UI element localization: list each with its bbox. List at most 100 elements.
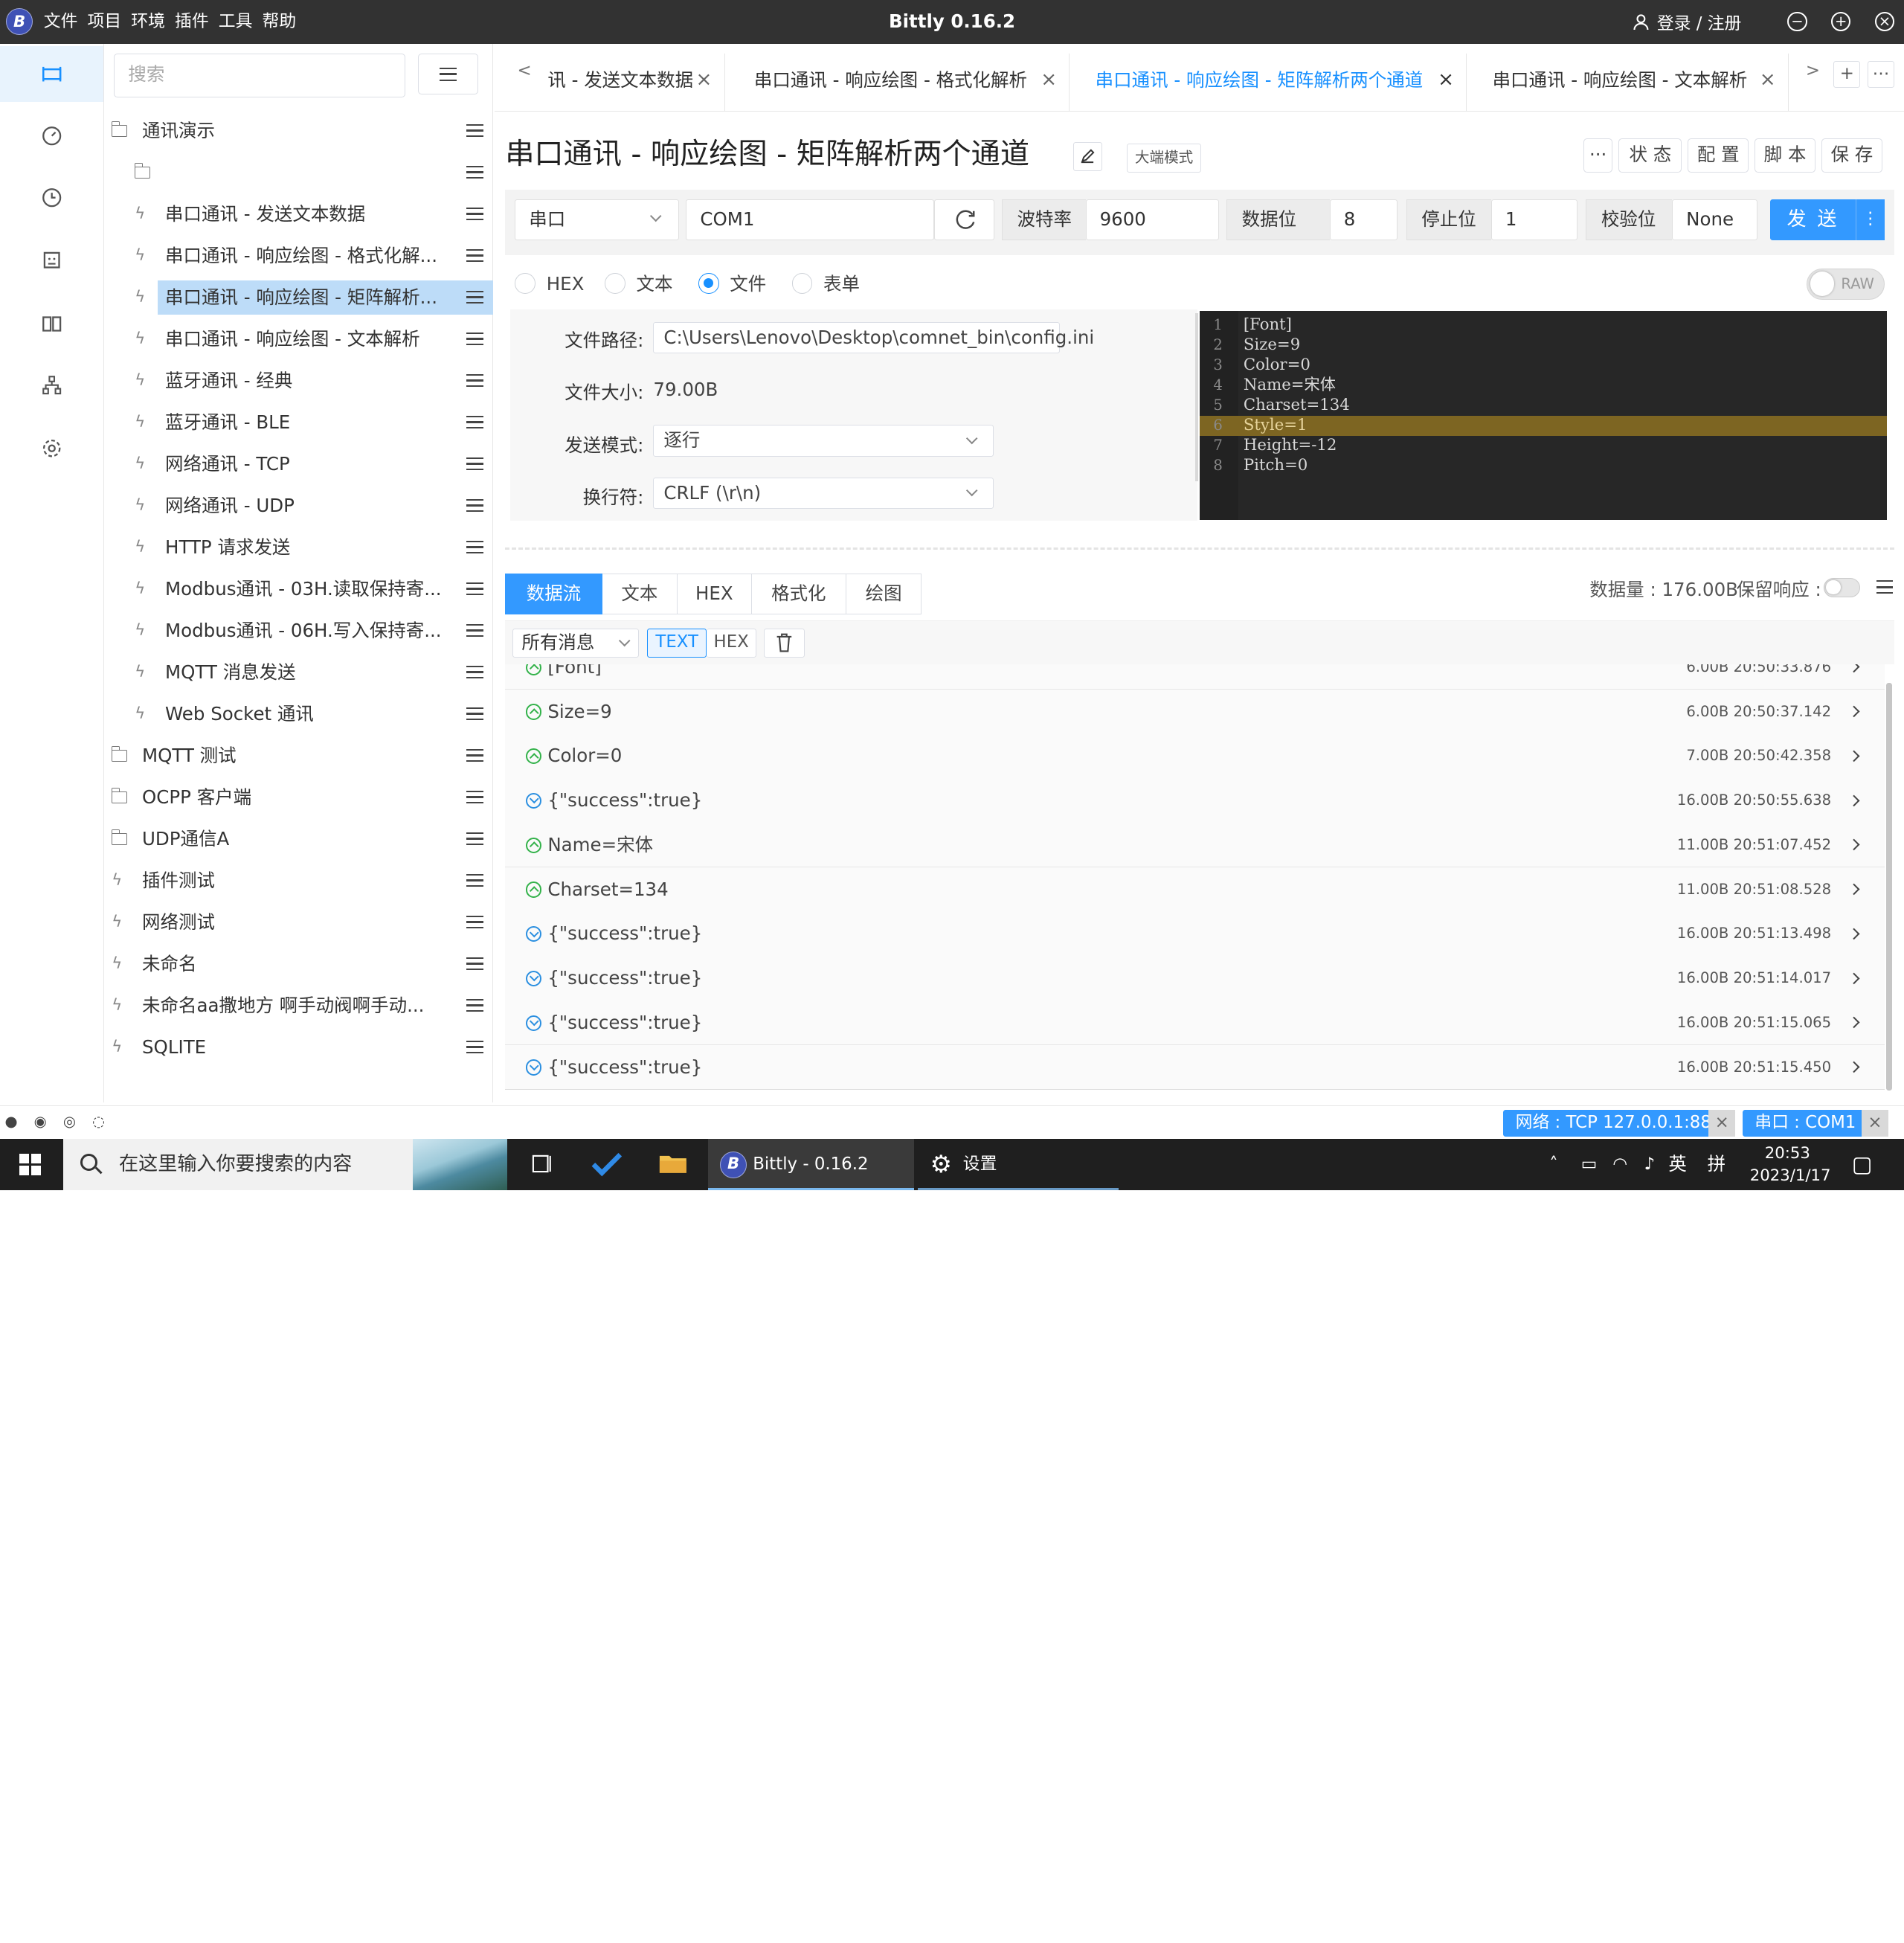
tab-more-button[interactable]: ⋯	[1868, 61, 1894, 88]
tree-search-input[interactable]: 搜索	[114, 54, 405, 97]
result-tab-hex[interactable]: HEX	[678, 574, 752, 615]
tree-item[interactable]: ϟWeb Socket 通讯	[104, 697, 492, 731]
tree-item[interactable]: ϟ未命名	[104, 947, 492, 981]
tree-item[interactable]: ϟ串口通讯 - 响应绘图 - 格式化解...	[104, 239, 492, 273]
tab-format-parse[interactable]: 串口通讯 - 响应绘图 - 格式化解析 ×	[726, 54, 1070, 112]
data-bits-input[interactable]: 8	[1330, 199, 1398, 241]
results-menu-icon[interactable]	[1876, 580, 1894, 594]
tree-item[interactable]: ϟ蓝牙通讯 - 经典	[104, 364, 492, 398]
tree-item-menu-icon[interactable]	[466, 999, 483, 1012]
tree-item[interactable]: ϟModbus通讯 - 06H.写入保持寄...	[104, 614, 492, 648]
tree-item[interactable]: OCPP 客户端	[104, 780, 492, 815]
menu-project[interactable]: 项目	[88, 0, 122, 44]
menu-env[interactable]: 环境	[131, 0, 165, 44]
tab-close-icon[interactable]: ×	[1760, 54, 1776, 107]
tree-item[interactable]: ϟ串口通讯 - 响应绘图 - 文本解析	[104, 322, 492, 356]
tab-close-icon[interactable]: ×	[1438, 54, 1454, 107]
text-view-button[interactable]: TEXT	[647, 629, 707, 658]
tree-item-menu-icon[interactable]	[466, 791, 483, 804]
message-row[interactable]: {"success":true}16.00B 20:51:15.450	[505, 1045, 1885, 1090]
message-row[interactable]: Color=07.00B 20:50:42.358	[505, 733, 1885, 778]
notification-icon[interactable]: ▢	[1852, 1139, 1873, 1190]
result-tab-chart[interactable]: 绘图	[846, 574, 922, 615]
tree-item-menu-icon[interactable]	[466, 166, 483, 179]
tree-item-menu-icon[interactable]	[466, 208, 483, 221]
refresh-ports-button[interactable]	[934, 199, 995, 241]
tree-item[interactable]: 通讯演示	[104, 114, 492, 148]
line-ending-select[interactable]: CRLF (\r\n)	[653, 478, 993, 509]
result-tab-format[interactable]: 格式化	[752, 574, 846, 615]
parity-input[interactable]: None	[1672, 199, 1757, 241]
tree-item-menu-icon[interactable]	[466, 666, 483, 679]
tree-item[interactable]: UDP通信A	[104, 822, 492, 856]
tree-menu-button[interactable]	[418, 54, 479, 95]
task-view-button[interactable]	[530, 1139, 554, 1190]
chevron-right-icon[interactable]	[1847, 972, 1859, 984]
tree-item-menu-icon[interactable]	[466, 291, 483, 304]
edit-title-button[interactable]	[1073, 142, 1102, 171]
message-row[interactable]: [Font]6.00B 20:50:33.876	[505, 664, 1885, 690]
more-actions-button[interactable]: ···	[1583, 138, 1612, 173]
chevron-right-icon[interactable]	[1847, 928, 1859, 940]
github-icon[interactable]: ◎	[63, 1114, 80, 1131]
maximize-button[interactable]: +	[1831, 12, 1850, 31]
serial-status-pill[interactable]: 串口 : COM1 ×	[1743, 1110, 1888, 1137]
tree-item-menu-icon[interactable]	[466, 541, 483, 554]
message-filter-select[interactable]: 所有消息	[512, 629, 639, 658]
rail-robot[interactable]	[0, 232, 103, 288]
message-row[interactable]: {"success":true}16.00B 20:51:14.017	[505, 956, 1885, 1001]
connection-type-select[interactable]: 串口	[515, 199, 678, 241]
tree-item[interactable]: MQTT 测试	[104, 739, 492, 773]
tabs-scroll-left[interactable]: <	[518, 61, 532, 80]
chevron-right-icon[interactable]	[1847, 664, 1859, 673]
endian-mode-tag[interactable]: 大端模式	[1127, 144, 1201, 173]
chevron-right-icon[interactable]	[1847, 1017, 1859, 1029]
tab-matrix-parse[interactable]: 串口通讯 - 响应绘图 - 矩阵解析两个通道 ×	[1071, 54, 1467, 112]
tabs-scroll-right[interactable]: >	[1806, 61, 1820, 80]
message-row[interactable]: Charset=13411.00B 20:51:08.528	[505, 867, 1885, 912]
menu-plugin[interactable]: 插件	[175, 0, 209, 44]
stop-bits-input[interactable]: 1	[1491, 199, 1577, 241]
tree-item[interactable]: ϟ插件测试	[104, 864, 492, 898]
ime-mode[interactable]: 拼	[1708, 1139, 1726, 1190]
tree-item[interactable]: ϟ未命名aa撒地方 啊手动阀啊手动...	[104, 989, 492, 1023]
close-network-icon[interactable]: ×	[1708, 1110, 1735, 1137]
script-button[interactable]: 脚 本	[1755, 138, 1815, 173]
qq-icon[interactable]: ●	[5, 1114, 22, 1131]
tab-close-icon[interactable]: ×	[1041, 54, 1057, 107]
baud-rate-input[interactable]: 9600	[1086, 199, 1220, 241]
tab-send-text[interactable]: 讯 - 发送文本数据 ×	[543, 54, 725, 112]
tree-item[interactable]: ϟ网络测试	[104, 905, 492, 940]
add-tab-button[interactable]: +	[1833, 61, 1860, 88]
chevron-right-icon[interactable]	[1847, 884, 1859, 896]
status-button[interactable]: 状 态	[1618, 138, 1682, 173]
tree-item-menu-icon[interactable]	[466, 499, 483, 513]
raw-toggle[interactable]: RAW	[1807, 269, 1884, 300]
minimize-button[interactable]: −	[1787, 12, 1807, 31]
windows-start-button[interactable]	[19, 1154, 41, 1175]
message-row[interactable]: {"success":true}16.00B 20:51:15.065	[505, 1001, 1885, 1045]
rail-docs[interactable]	[0, 295, 103, 351]
tree-item-menu-icon[interactable]	[466, 749, 483, 762]
file-panel-scrollbar[interactable]	[1195, 313, 1199, 481]
taskbar-app-settings[interactable]: ⚙ 设置	[918, 1139, 1118, 1190]
tree-item-menu-icon[interactable]	[466, 374, 483, 388]
tree-item[interactable]	[104, 155, 492, 190]
file-content-editor[interactable]: 1[Font]2Size=93Color=04Name=宋体5Charset=1…	[1200, 311, 1887, 520]
tree-item-menu-icon[interactable]	[466, 624, 483, 638]
tree-item[interactable]: ϟMQTT 消息发送	[104, 655, 492, 690]
tree-item-menu-icon[interactable]	[466, 333, 483, 346]
chevron-right-icon[interactable]	[1847, 1062, 1859, 1073]
file-path-input[interactable]: C:\Users\Lenovo\Desktop\comnet_bin\confi…	[653, 322, 1060, 353]
chevron-right-icon[interactable]	[1847, 839, 1859, 851]
tree-item-menu-icon[interactable]	[466, 832, 483, 846]
message-row[interactable]: Name=宋体11.00B 20:51:07.452	[505, 823, 1885, 867]
close-serial-icon[interactable]: ×	[1862, 1110, 1888, 1137]
chevron-right-icon[interactable]	[1847, 794, 1859, 806]
close-window-button[interactable]: ×	[1875, 12, 1894, 31]
tree-item-menu-icon[interactable]	[466, 957, 483, 971]
rail-dashboard[interactable]	[0, 108, 103, 164]
tree-item[interactable]: ϟ串口通讯 - 发送文本数据	[104, 197, 492, 231]
rail-network[interactable]	[0, 357, 103, 413]
config-button[interactable]: 配 置	[1688, 138, 1749, 173]
